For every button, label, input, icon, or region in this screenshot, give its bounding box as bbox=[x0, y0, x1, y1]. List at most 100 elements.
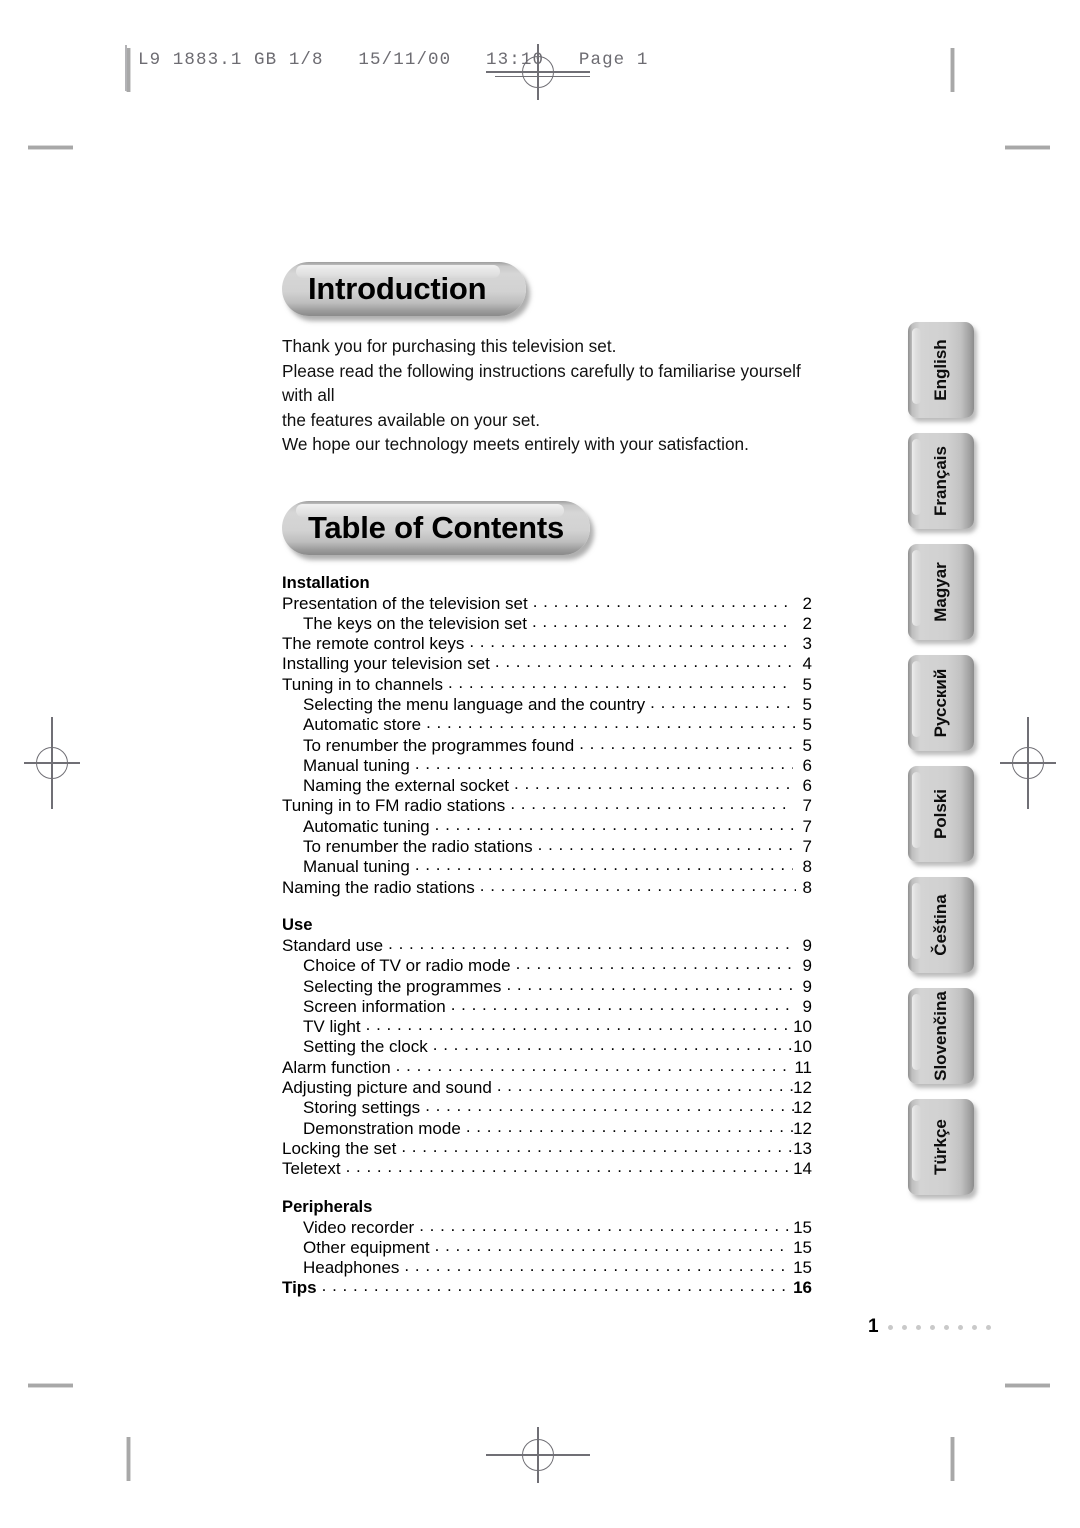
toc-entry-label: Video recorder bbox=[303, 1217, 415, 1237]
toc-entry[interactable]: TV light 10 bbox=[282, 1017, 812, 1037]
toc-leader-dots bbox=[419, 1219, 791, 1233]
toc-entry-label: Teletext bbox=[282, 1159, 341, 1179]
toc-leader-dots bbox=[538, 838, 793, 852]
toc-entry-label: Automatic tuning bbox=[303, 816, 430, 836]
toc-entry[interactable]: Presentation of the television set 2 bbox=[282, 594, 812, 614]
toc-entry[interactable]: Demonstration mode 12 bbox=[282, 1119, 812, 1139]
language-tab-label: Polski bbox=[931, 788, 950, 840]
introduction-line: Thank you for purchasing this television… bbox=[282, 336, 617, 356]
toc-leader-dots bbox=[448, 676, 793, 690]
table-of-contents-banner-label: Table of Contents bbox=[308, 509, 565, 545]
toc-entry-label: Presentation of the television set bbox=[282, 593, 528, 613]
toc-entry[interactable]: Setting the clock 10 bbox=[282, 1037, 812, 1057]
table-of-contents-banner: Table of Contents bbox=[282, 500, 590, 555]
toc-entry-label: Choice of TV or radio mode bbox=[303, 956, 511, 976]
toc-entry[interactable]: Screen information 9 bbox=[282, 997, 812, 1017]
page-dot bbox=[985, 1324, 991, 1330]
introduction-banner-label: Introduction bbox=[308, 271, 487, 306]
toc-leader-dots bbox=[495, 655, 793, 669]
toc-entry[interactable]: Manual tuning 6 bbox=[282, 756, 812, 776]
toc-entry-page: 3 bbox=[802, 634, 812, 654]
toc-leader-dots bbox=[510, 797, 793, 811]
language-tab-label: Türkçe bbox=[931, 1119, 950, 1175]
toc-entry[interactable]: Standard use 9 bbox=[282, 936, 812, 956]
toc-entry[interactable]: Headphones 15 bbox=[282, 1258, 812, 1278]
crop-mark-top-right bbox=[1005, 145, 1050, 150]
crop-mark-left-bottom bbox=[126, 1437, 131, 1481]
toc-leader-dots bbox=[426, 716, 796, 730]
toc-entry[interactable]: Teletext 14 bbox=[282, 1159, 812, 1179]
toc-entry[interactable]: To renumber the radio stations 7 bbox=[282, 837, 812, 857]
language-tab[interactable]: English bbox=[908, 322, 974, 418]
toc-entry[interactable]: Naming the radio stations 8 bbox=[282, 878, 812, 898]
toc-entry-page: 9 bbox=[802, 976, 812, 996]
toc-leader-dots bbox=[415, 858, 793, 872]
crop-mark-top-left bbox=[28, 145, 73, 150]
toc-entry-label: Tuning in to FM radio stations bbox=[282, 796, 506, 816]
toc-entry[interactable]: Automatic store 5 bbox=[282, 715, 812, 735]
toc-leader-dots bbox=[469, 635, 793, 649]
toc-entry[interactable]: Manual tuning 8 bbox=[282, 857, 812, 877]
toc-entry-page: 5 bbox=[802, 735, 812, 755]
toc-entry[interactable]: Tuning in to FM radio stations 7 bbox=[282, 796, 812, 816]
toc-entry-page: 6 bbox=[802, 776, 812, 796]
toc-entry-label: Tuning in to channels bbox=[282, 674, 443, 694]
page-dot bbox=[971, 1324, 977, 1330]
header-rule bbox=[125, 45, 127, 91]
language-tab[interactable]: Français bbox=[908, 433, 974, 529]
toc-entry[interactable]: Other equipment 15 bbox=[282, 1238, 812, 1258]
toc-leader-dots bbox=[396, 1059, 793, 1073]
toc-entry[interactable]: Selecting the menu language and the coun… bbox=[282, 695, 812, 715]
language-tab[interactable]: Türkçe bbox=[908, 1099, 974, 1195]
toc-leader-dots bbox=[435, 1239, 791, 1253]
toc-entry-label: Automatic store bbox=[303, 715, 422, 735]
toc-leader-dots bbox=[514, 777, 793, 791]
toc-entry[interactable]: Alarm function 11 bbox=[282, 1058, 812, 1078]
page-dot bbox=[957, 1324, 963, 1330]
toc-entry-page: 14 bbox=[793, 1159, 812, 1179]
language-tab[interactable]: Русский bbox=[908, 655, 974, 751]
language-tab[interactable]: Slovenčina bbox=[908, 988, 974, 1084]
toc-entry[interactable]: Tuning in to channels 5 bbox=[282, 675, 812, 695]
toc-entry[interactable]: Selecting the programmes 9 bbox=[282, 977, 812, 997]
page-dot bbox=[915, 1324, 921, 1330]
toc-leader-dots bbox=[425, 1099, 794, 1113]
toc-entry-page: 10 bbox=[793, 1017, 812, 1037]
toc-entry-page: 8 bbox=[802, 877, 812, 897]
toc-entry-page: 15 bbox=[793, 1237, 812, 1257]
language-tab[interactable]: Magyar bbox=[908, 544, 974, 640]
toc-entry[interactable]: Tips 16 bbox=[282, 1278, 812, 1298]
toc-entry[interactable]: Video recorder 15 bbox=[282, 1218, 812, 1238]
language-tab-label: Русский bbox=[931, 668, 950, 738]
toc-entry-label: Manual tuning bbox=[303, 755, 410, 775]
toc-entry-page: 9 bbox=[802, 956, 812, 976]
toc-entry[interactable]: Automatic tuning 7 bbox=[282, 817, 812, 837]
toc-entry-page: 5 bbox=[802, 715, 812, 735]
toc-entry[interactable]: Adjusting picture and sound 12 bbox=[282, 1078, 812, 1098]
toc-entry[interactable]: Choice of TV or radio mode 9 bbox=[282, 956, 812, 976]
toc-entry[interactable]: The keys on the television set 2 bbox=[282, 614, 812, 634]
introduction-line: the features available on your set. bbox=[282, 409, 540, 430]
toc-entry[interactable]: The remote control keys 3 bbox=[282, 634, 812, 654]
introduction-banner: Introduction bbox=[282, 262, 526, 316]
toc-entry[interactable]: Storing settings 12 bbox=[282, 1098, 812, 1118]
toc-leader-dots bbox=[533, 595, 793, 609]
crop-mark-right-top bbox=[950, 48, 955, 92]
toc-entry-page: 12 bbox=[793, 1118, 812, 1138]
page-content: Introduction Thank you for purchasing th… bbox=[282, 262, 812, 1299]
toc-entry[interactable]: Locking the set 13 bbox=[282, 1139, 812, 1159]
toc-leader-dots bbox=[480, 879, 796, 893]
toc-entry-label: To renumber the radio stations bbox=[303, 837, 533, 857]
toc-entry-label: Naming the radio stations bbox=[282, 877, 475, 897]
introduction-paragraph: Thank you for purchasing this television… bbox=[282, 334, 812, 457]
toc-entry-page: 2 bbox=[802, 613, 812, 633]
toc-leader-dots bbox=[579, 737, 793, 751]
language-tab[interactable]: Polski bbox=[908, 766, 974, 862]
toc-entry[interactable]: To renumber the programmes found 5 bbox=[282, 736, 812, 756]
toc-entry[interactable]: Naming the external socket 6 bbox=[282, 776, 812, 796]
toc-leader-dots bbox=[466, 1120, 794, 1134]
toc-entry-label: TV light bbox=[303, 1017, 361, 1037]
toc-entry[interactable]: Installing your television set 4 bbox=[282, 654, 812, 674]
language-tab[interactable]: Čeština bbox=[908, 877, 974, 973]
toc-entry-page: 9 bbox=[802, 996, 812, 1016]
